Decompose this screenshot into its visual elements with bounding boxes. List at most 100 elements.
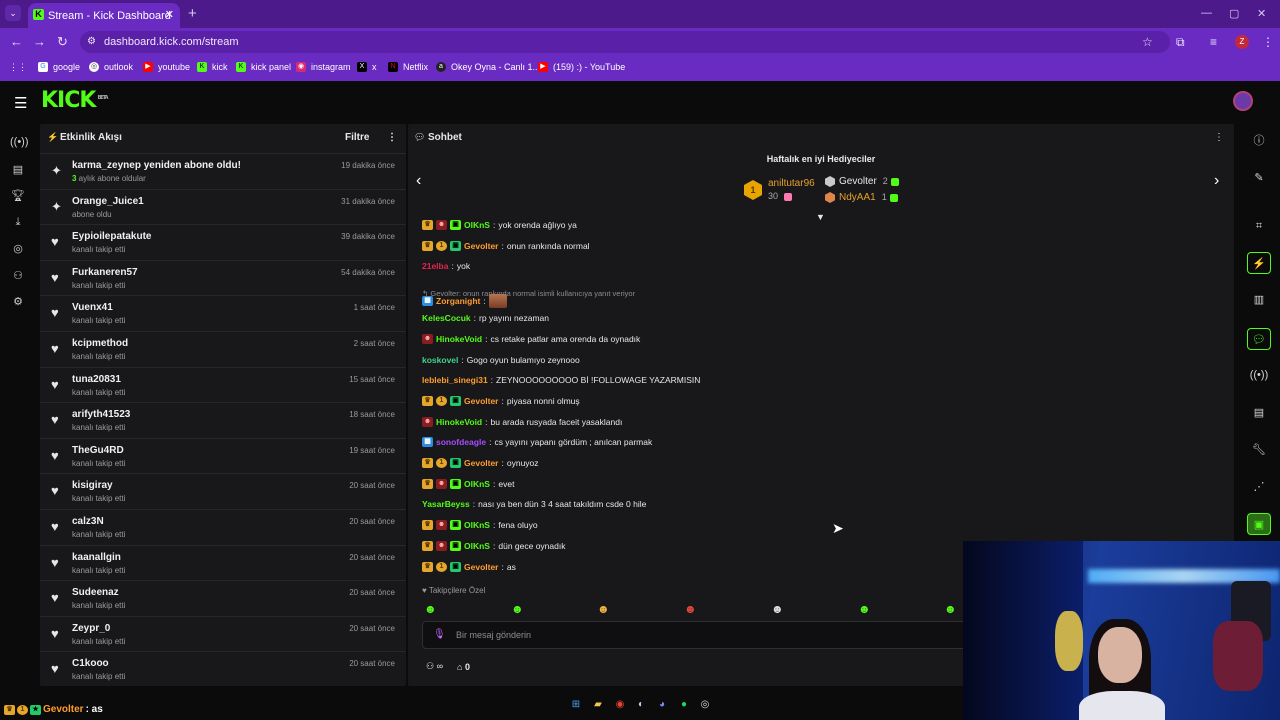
back-icon[interactable]: ← [10,34,23,49]
bookmark-youtube-channel[interactable]: ▶ (159) :) - YouTube [538,62,625,72]
user-avatar[interactable] [1233,91,1253,111]
chevron-left-icon[interactable]: ‹ [416,172,421,190]
activity-event[interactable]: ♥ Furkaneren57 kanalı takip etti 54 dakika … [40,259,406,295]
chat-username[interactable]: 21elba [422,261,448,271]
emote-icon[interactable]: ☻ [684,602,697,616]
layout-icon[interactable]: ▤ [1247,402,1271,424]
chat-username[interactable]: Zorganight [436,296,480,306]
profile-avatar[interactable]: Z [1235,35,1249,49]
menu-icon[interactable]: ☰ [14,94,27,112]
bookmark-netflix[interactable]: N Netflix [388,62,428,72]
bookmark-youtube[interactable]: ▶ youtube [143,62,190,72]
users-infinity-icon[interactable]: ⚇ ∞ [426,661,443,672]
maximize-icon[interactable]: ▢ [1229,7,1239,20]
chat-username[interactable]: Gevolter [464,241,499,251]
bookmark-kick[interactable]: Kkick [197,62,228,72]
chat-username[interactable]: YasarBeyss [422,499,470,509]
browser-menu-icon[interactable]: ⋮ [1262,35,1274,49]
broadcast-settings-icon[interactable]: ((•)) [1247,364,1271,386]
media-icon[interactable]: ≡ [1210,35,1217,49]
activity-event[interactable]: ♥ tuna20831 kanalı takip etti 15 saat önce [40,366,406,402]
chat-username[interactable]: Gevolter [464,396,499,406]
url-field[interactable]: ⚙ dashboard.kick.com/stream [80,31,1170,53]
edit-icon[interactable]: ✎ [1247,167,1271,189]
chat-username[interactable]: HinokeVoid [436,417,482,427]
bookmark-kick-panel[interactable]: Kkick panel [236,62,291,72]
wrench-icon[interactable]: 🔧︎ [1247,439,1271,461]
chat-message-input[interactable]: 🎙︎ Bir mesaj gönderin [422,621,982,649]
chat-toggle-icon[interactable]: 💬︎ [1247,328,1271,350]
chat-username[interactable]: HinokeVoid [436,334,482,344]
notes-icon[interactable]: ▥ [1247,289,1271,311]
microphone-icon[interactable]: 🎙︎ [433,622,446,648]
chat-username[interactable]: OlKnS [464,520,490,530]
chevron-right-icon[interactable]: › [1214,172,1219,190]
gifter-name[interactable]: aniltutar96 [768,178,815,189]
dashboard-icon[interactable]: ▤ [10,163,26,176]
new-tab-icon[interactable]: + [188,5,197,22]
activity-event[interactable]: ♥ TheGu4RD kanalı takip etti 19 saat önce [40,437,406,473]
chat-username[interactable]: OlKnS [464,479,490,489]
chat-more-icon[interactable]: ⋮ [1214,132,1224,143]
close-tab-icon[interactable]: ✕ [165,8,174,21]
scan-icon[interactable]: ⌗ [1247,215,1271,237]
activity-event[interactable]: ✦ karma_zeynep yeniden abone oldu! 3 aylık… [40,153,406,188]
emote-icon[interactable]: ☻ [511,602,524,616]
minimize-icon[interactable]: — [1201,7,1212,19]
apps-icon[interactable]: ⋮⋮ [9,62,27,73]
browser-tab[interactable]: K Stream - Kick Dashboard ✕ [28,3,180,28]
emote-icon[interactable]: ☻ [424,602,437,616]
info-icon[interactable]: ⓘ [1247,130,1271,152]
settings-icon[interactable]: ⚙ [10,295,26,308]
gifter-name[interactable]: Gevolter [839,176,877,187]
chat-username[interactable]: leblebi_sinegi31 [422,375,488,385]
emote-icon[interactable]: ☻ [858,602,871,616]
chat-username[interactable]: OlKnS [464,541,490,551]
chat-username[interactable]: sonofdeagle [436,437,486,447]
chat-username[interactable]: koskovel [422,355,458,365]
discord-icon[interactable]: ◕ [656,699,668,711]
bookmark-outlook[interactable]: ◎ outlook [89,62,133,72]
activity-event[interactable]: ♥ kaanallgin kanalı takip etti 20 saat önce [40,544,406,580]
tab-search-icon[interactable]: ⌄ [5,5,21,21]
store-icon[interactable]: ⌂ 0 [457,662,470,672]
emote-icon[interactable]: ☻ [597,602,610,616]
game-icon[interactable]: ▣ [1247,513,1271,535]
filter-button[interactable]: Filtre [345,132,369,143]
quick-actions-icon[interactable]: ⚡ [1247,252,1271,274]
emote-icon[interactable]: ☻ [944,602,957,616]
activity-event[interactable]: ♥ Sudeenaz kanalı takip etti 20 saat önce [40,580,406,615]
trophy-icon[interactable]: 🏆︎ [10,189,26,202]
stream-icon[interactable]: ((•)) [10,136,29,148]
extensions-icon[interactable]: ⧉ [1176,35,1185,50]
activity-event[interactable]: ♥ kcipmethod kanalı takip etti 2 saat önce [40,331,406,366]
activity-event[interactable]: ♥ kisigiray kanalı takip etti 20 saat önce [40,473,406,508]
bookmark-okey[interactable]: a Okey Oyna - Canlı 1... [436,62,540,72]
activity-event[interactable]: ✦ Orange_Juice1 abone oldu 31 dakika önce [40,188,406,224]
share-icon[interactable]: ⋰ [1247,476,1271,498]
reload-icon[interactable]: ↻ [57,34,68,50]
bookmark-google[interactable]: Ggoogle [38,62,80,72]
site-info-icon[interactable]: ⚙ [87,31,96,53]
broadcast-icon[interactable]: ◎ [10,242,26,255]
emote-icon[interactable]: ☻ [771,602,784,616]
bookmark-star-icon[interactable]: ☆ [1142,35,1153,49]
upload-icon[interactable]: ⤓ [10,216,26,229]
activity-event[interactable]: ♥ Zeypr_0 kanalı takip etti 20 saat önce [40,615,406,651]
chat-username[interactable]: Gevolter [464,562,499,572]
more-options-icon[interactable]: ⋮ [387,132,397,143]
bookmark-x[interactable]: Xx [357,62,377,72]
kick-logo[interactable]: KICK BETA [41,88,109,113]
community-icon[interactable]: ⚇ [10,269,26,282]
obs-icon[interactable]: ◎ [699,699,711,711]
chat-username[interactable]: KelesCocuk [422,313,471,323]
close-window-icon[interactable]: ✕ [1257,7,1266,20]
steam-icon[interactable]: ◐ [635,699,647,711]
gifter-name[interactable]: NdyAA1 [839,192,876,203]
forward-icon[interactable]: → [33,34,46,49]
spotify-icon[interactable]: ● [678,699,690,711]
activity-event[interactable]: ♥ calz3N kanalı takip etti 20 saat önce [40,509,406,544]
activity-event[interactable]: ♥ Eypioilepatakute kanalı takip etti 39 dak… [40,224,406,259]
activity-event[interactable]: ♥ C1kooo kanalı takip etti 20 saat önce [40,651,406,686]
activity-event[interactable]: ♥ arifyth41523 kanalı takip etti 18 saat ön… [40,402,406,437]
